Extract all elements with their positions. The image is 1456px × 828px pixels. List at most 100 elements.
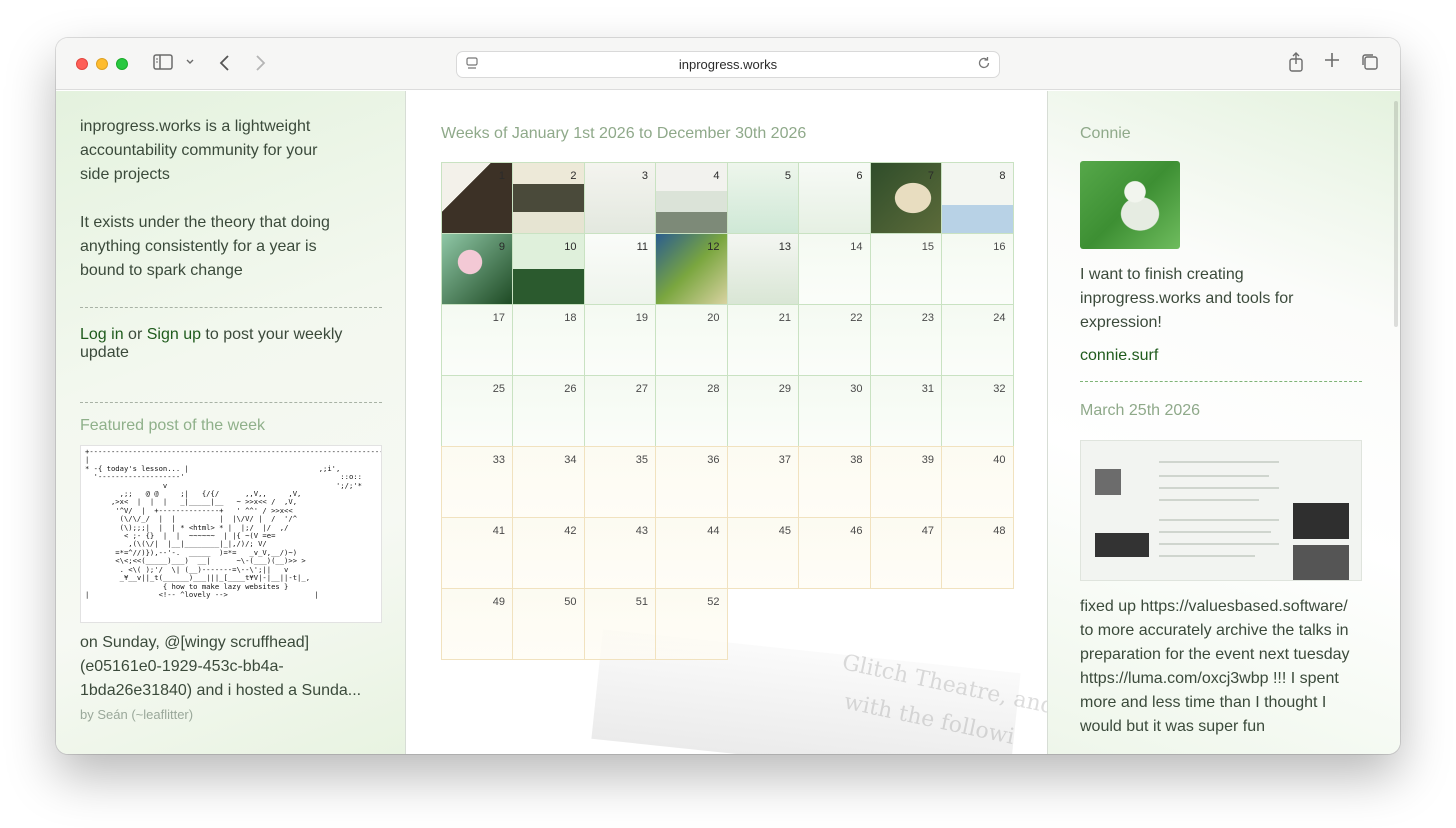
login-link[interactable]: Log in [80,326,124,343]
week-cell-45[interactable]: 45 [726,516,799,589]
signup-link[interactable]: Sign up [147,326,201,343]
week-cell-17[interactable]: 17 [440,303,513,376]
week-cell-22[interactable]: 22 [798,303,871,376]
week-number: 47 [921,524,934,537]
screenshot-thumb [1095,533,1149,557]
week-number: 43 [635,524,648,537]
week-number: 2 [570,169,577,182]
week-number: 11 [636,240,648,253]
week-cell-52[interactable]: 52 [655,587,728,660]
featured-post-author[interactable]: by Seán (~leaflitter) [80,707,381,722]
week-number: 38 [850,453,863,466]
week-cell-13[interactable]: 13 [726,232,799,305]
tab-overview-icon[interactable] [1361,53,1379,76]
week-cell-21[interactable]: 21 [726,303,799,376]
week-number: 44 [707,524,720,537]
week-cell-6[interactable]: 6 [798,161,871,234]
week-cell-11[interactable]: 11 [583,232,656,305]
week-number: 36 [707,453,720,466]
week-cell-16[interactable]: 16 [941,232,1014,305]
week-cell-33[interactable]: 33 [440,445,513,518]
profile-website-link[interactable]: connie.surf [1080,347,1158,365]
scrollbar[interactable] [1394,101,1398,327]
week-cell-29[interactable]: 29 [726,374,799,447]
week-cell-37[interactable]: 37 [726,445,799,518]
week-number: 51 [635,595,648,608]
week-cell-9[interactable]: 9 [440,232,513,305]
week-number: 28 [707,382,720,395]
week-cell-50[interactable]: 50 [512,587,585,660]
week-cell-18[interactable]: 18 [512,303,585,376]
week-cell-35[interactable]: 35 [583,445,656,518]
week-cell-19[interactable]: 19 [583,303,656,376]
post-screenshot[interactable] [1080,440,1362,581]
week-cell-36[interactable]: 36 [655,445,728,518]
week-cell-14[interactable]: 14 [798,232,871,305]
chevron-down-icon[interactable] [185,54,195,77]
week-number: 40 [993,453,1006,466]
featured-post-image[interactable]: +---------------------------------------… [80,445,382,623]
week-cell-2[interactable]: 2 [512,161,585,234]
week-cell-23[interactable]: 23 [869,303,942,376]
week-cell-38[interactable]: 38 [798,445,871,518]
week-cell-12[interactable]: 12 [655,232,728,305]
week-cell-24[interactable]: 24 [941,303,1014,376]
week-cell-32[interactable]: 32 [941,374,1014,447]
week-cell-41[interactable]: 41 [440,516,513,589]
week-number: 12 [707,240,720,253]
week-number: 25 [492,382,505,395]
divider [80,307,382,308]
featured-post-text[interactable]: on Sunday, @[wingy scruffhead] (e05161e0… [80,631,380,703]
week-cell-44[interactable]: 44 [655,516,728,589]
week-cell-15[interactable]: 15 [869,232,942,305]
profile-name[interactable]: Connie [1080,125,1362,143]
week-number: 32 [993,382,1006,395]
week-cell-5[interactable]: 5 [726,161,799,234]
browser-window: inprogress.works inprogress.works is a l… [56,38,1400,754]
week-cell-26[interactable]: 26 [512,374,585,447]
week-cell-1[interactable]: 1 [440,161,513,234]
week-number: 39 [921,453,934,466]
close-window-button[interactable] [76,58,88,70]
week-number: 20 [707,311,720,324]
post-text: fixed up https://valuesbased.software/ t… [1080,598,1350,735]
screenshot-thumb [1293,503,1349,539]
url-text: inprogress.works [678,57,778,72]
address-bar[interactable]: inprogress.works [456,51,1000,78]
sidebar-toggle-icon[interactable] [153,54,173,75]
week-number: 35 [635,453,648,466]
week-cell-28[interactable]: 28 [655,374,728,447]
week-cell-34[interactable]: 34 [512,445,585,518]
avatar[interactable] [1080,161,1180,249]
week-cell-20[interactable]: 20 [655,303,728,376]
week-cell-42[interactable]: 42 [512,516,585,589]
week-cell-43[interactable]: 43 [583,516,656,589]
week-cell-27[interactable]: 27 [583,374,656,447]
reload-icon[interactable] [977,56,991,73]
week-number: 30 [850,382,863,395]
week-cell-8[interactable]: 8 [941,161,1014,234]
week-number: 10 [564,240,577,253]
post-date[interactable]: March 25th 2026 [1080,402,1362,420]
week-cell-3[interactable]: 3 [583,161,656,234]
week-cell-10[interactable]: 10 [512,232,585,305]
share-icon[interactable] [1288,52,1304,77]
week-cell-4[interactable]: 4 [655,161,728,234]
minimize-window-button[interactable] [96,58,108,70]
week-cell-46[interactable]: 46 [798,516,871,589]
forward-button[interactable] [253,54,267,77]
zoom-window-button[interactable] [116,58,128,70]
back-button[interactable] [218,54,232,77]
week-cell-7[interactable]: 7 [869,161,942,234]
weeks-grid: 1 2 3 4 5 6 7 8 9 10 11 12 13 14 15 16 17 18 19 20 21 22 23 24 2… [440,161,1014,660]
week-cell-49[interactable]: 49 [440,587,513,660]
week-cell-48[interactable]: 48 [941,516,1014,589]
week-cell-51[interactable]: 51 [583,587,656,660]
week-cell-31[interactable]: 31 [869,374,942,447]
week-cell-40[interactable]: 40 [941,445,1014,518]
week-cell-25[interactable]: 25 [440,374,513,447]
week-cell-47[interactable]: 47 [869,516,942,589]
new-tab-icon[interactable] [1324,52,1340,73]
week-cell-39[interactable]: 39 [869,445,942,518]
week-cell-30[interactable]: 30 [798,374,871,447]
